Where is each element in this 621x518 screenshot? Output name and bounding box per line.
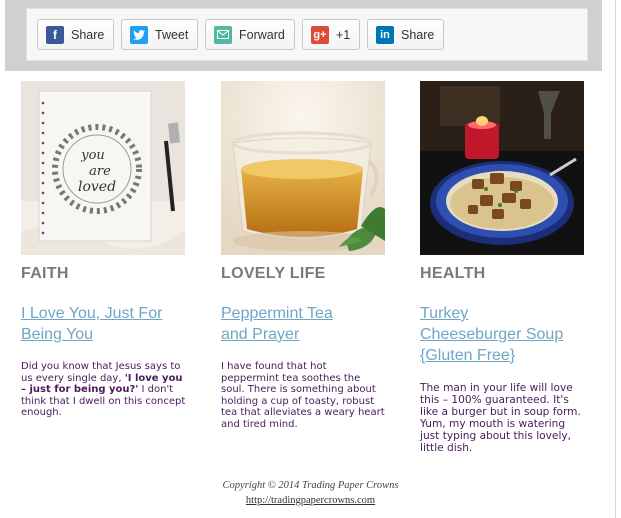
article-excerpt: The man in your life will love this – 10… xyxy=(420,382,581,454)
envelope-icon xyxy=(214,25,232,44)
article-excerpt: I have found that hot peppermint tea soo… xyxy=(221,361,385,430)
title-line[interactable]: Cheeseburger Soup xyxy=(420,326,563,343)
site-url-link[interactable]: http://tradingpapercrowns.com xyxy=(0,495,621,506)
linkedin-share-label: Share xyxy=(401,27,435,42)
share-bar: f Share Tweet Forward g+ +1 in Share xyxy=(5,0,602,71)
google-plus-button[interactable]: g+ +1 xyxy=(302,19,361,50)
linkedin-share-button[interactable]: in Share xyxy=(367,19,445,50)
title-line[interactable]: Peppermint Tea xyxy=(221,305,333,322)
svg-text:are: are xyxy=(89,164,111,179)
article-column-faith: you are loved FAITH I Love You, Just For… xyxy=(21,81,186,419)
category-label: HEALTH xyxy=(420,265,486,282)
twitter-icon xyxy=(130,25,148,44)
article-column-lovely-life: LOVELY LIFE Peppermint Tea and Prayer I … xyxy=(221,81,386,431)
facebook-share-button[interactable]: f Share xyxy=(37,19,115,50)
turkey-soup-bowl-image[interactable] xyxy=(420,81,584,255)
svg-text:you: you xyxy=(80,148,105,163)
facebook-icon: f xyxy=(46,25,64,44)
copyright-text: Copyright © 2014 Trading Paper Crowns xyxy=(222,480,399,491)
share-bar-inner: f Share Tweet Forward g+ +1 in Share xyxy=(26,8,588,61)
window-edge xyxy=(615,0,616,518)
category-label: FAITH xyxy=(21,265,69,282)
svg-text:loved: loved xyxy=(78,179,116,195)
peppermint-tea-cup-image[interactable] xyxy=(221,81,385,255)
tweet-button[interactable]: Tweet xyxy=(121,19,199,50)
article-column-health: HEALTH Turkey Cheeseburger Soup {Gluten … xyxy=(420,81,585,454)
article-title-link[interactable]: Peppermint Tea and Prayer xyxy=(221,303,386,345)
article-title-link[interactable]: Turkey Cheeseburger Soup {Gluten Free} xyxy=(420,303,585,366)
linkedin-icon: in xyxy=(376,25,394,44)
title-line[interactable]: {Gluten Free} xyxy=(420,347,515,364)
forward-label: Forward xyxy=(239,27,285,42)
google-plus-label: +1 xyxy=(336,27,351,42)
article-excerpt: Did you know that Jesus says to us every… xyxy=(21,361,186,419)
tweet-label: Tweet xyxy=(155,27,189,42)
category-label: LOVELY LIFE xyxy=(221,265,326,282)
article-title-link[interactable]: I Love You, Just For Being You xyxy=(21,303,186,345)
title-line[interactable]: Being You xyxy=(21,326,93,343)
notebook-you-are-loved-image[interactable]: you are loved xyxy=(21,81,185,255)
title-line[interactable]: I Love You, Just For xyxy=(21,305,162,322)
google-plus-icon: g+ xyxy=(311,25,329,44)
title-line[interactable]: and Prayer xyxy=(221,326,299,343)
forward-button[interactable]: Forward xyxy=(205,19,295,50)
title-line[interactable]: Turkey xyxy=(420,305,468,322)
facebook-share-label: Share xyxy=(71,27,105,42)
